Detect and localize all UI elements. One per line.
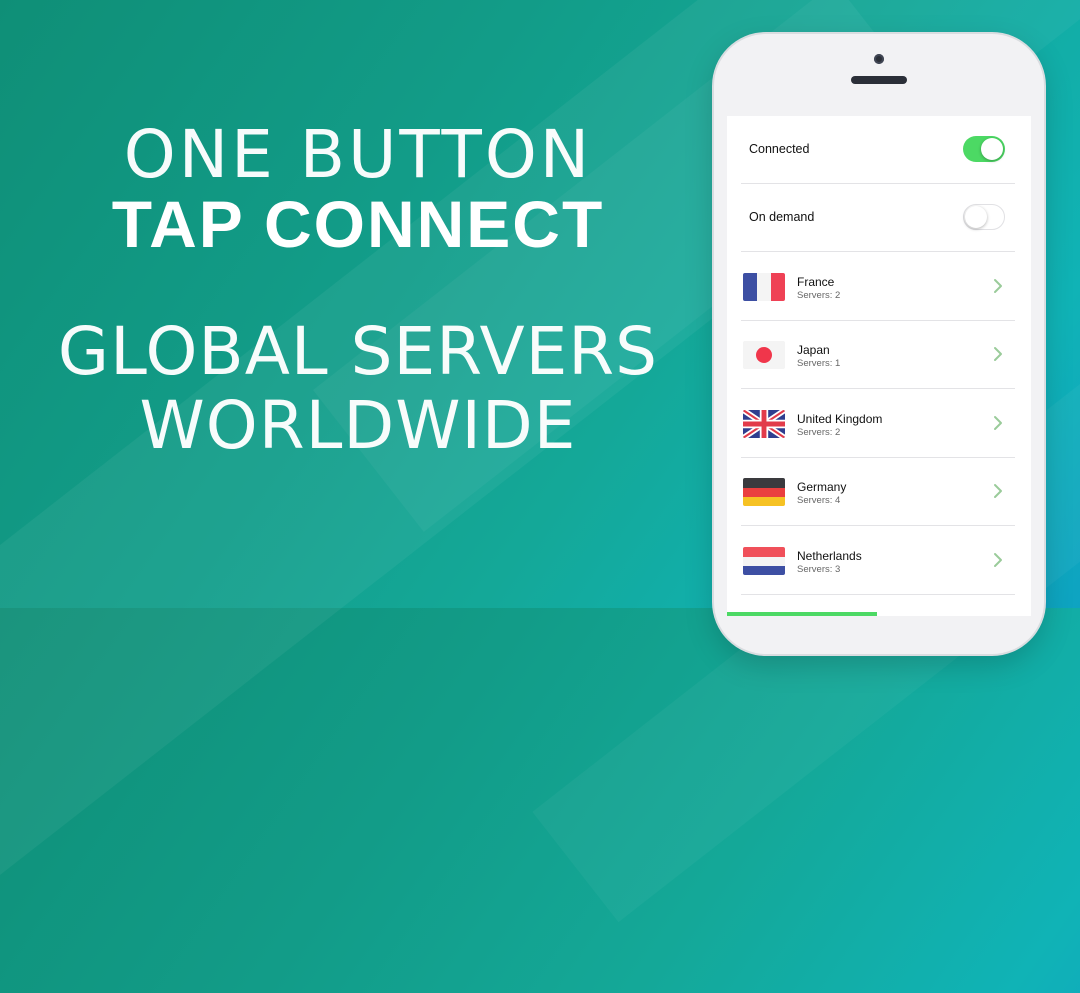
germany-flag-icon xyxy=(743,478,785,506)
camera-icon xyxy=(874,54,884,64)
on-demand-toggle[interactable] xyxy=(963,204,1005,230)
server-row-netherlands[interactable]: Netherlands Servers: 3 xyxy=(741,527,1015,595)
toggle-knob xyxy=(965,205,987,228)
server-row-germany[interactable]: Germany Servers: 4 xyxy=(741,458,1015,526)
country-name: France xyxy=(797,275,835,289)
phone-mockup: Connected On demand France Servers: 2 Ja… xyxy=(714,34,1044,654)
headline-global-servers: GLOBAL SERVERS xyxy=(57,313,659,390)
france-flag-icon xyxy=(743,273,785,301)
country-name: Germany xyxy=(797,480,847,494)
server-count: Servers: 2 xyxy=(797,427,841,438)
uk-flag-icon xyxy=(743,410,785,438)
server-count: Servers: 4 xyxy=(797,495,841,506)
toggle-knob xyxy=(981,138,1003,160)
japan-flag-icon xyxy=(743,341,785,369)
server-count: Servers: 1 xyxy=(797,358,841,369)
country-name: United Kingdom xyxy=(797,412,883,426)
connected-toggle[interactable] xyxy=(963,136,1005,162)
server-count: Servers: 2 xyxy=(797,290,841,301)
chevron-right-icon xyxy=(994,416,1002,430)
chevron-right-icon xyxy=(994,553,1002,567)
connected-row: Connected xyxy=(741,116,1015,184)
country-name: Japan xyxy=(797,343,830,357)
country-name: Netherlands xyxy=(797,549,862,563)
connected-label: Connected xyxy=(749,142,810,156)
on-demand-label: On demand xyxy=(749,210,815,224)
phone-screen: Connected On demand France Servers: 2 Ja… xyxy=(727,116,1031,616)
server-row-japan[interactable]: Japan Servers: 1 xyxy=(741,321,1015,389)
netherlands-flag-icon xyxy=(743,547,785,575)
chevron-right-icon xyxy=(994,347,1002,361)
headline-one-button: ONE BUTTON xyxy=(123,116,593,193)
server-row-united-kingdom[interactable]: United Kingdom Servers: 2 xyxy=(741,390,1015,458)
headline-worldwide: WORLDWIDE xyxy=(139,387,577,464)
chevron-right-icon xyxy=(994,484,1002,498)
headline-tap-connect: TAP CONNECT xyxy=(111,187,605,261)
speaker-grille xyxy=(851,76,907,84)
server-row-france[interactable]: France Servers: 2 xyxy=(741,253,1015,321)
bottom-accent-bar xyxy=(727,612,877,616)
server-count: Servers: 3 xyxy=(797,564,841,575)
on-demand-row: On demand xyxy=(741,184,1015,252)
chevron-right-icon xyxy=(994,279,1002,293)
